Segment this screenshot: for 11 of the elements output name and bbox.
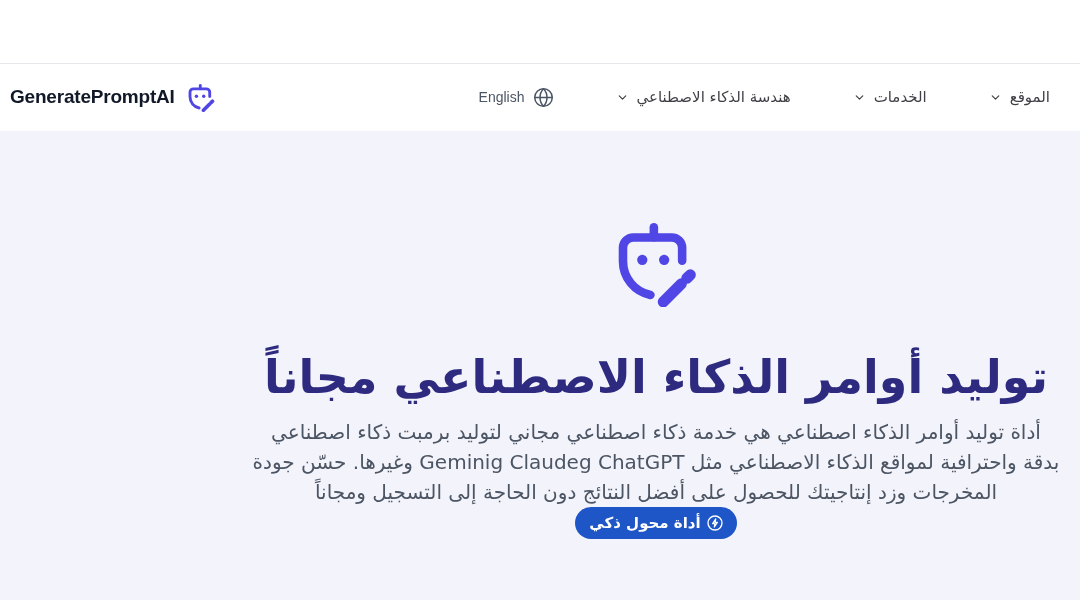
nav-menu-item[interactable]: هندسة الذكاء الاصطناعي [615,86,791,109]
lightning-icon [706,515,723,531]
language-switcher[interactable]: English [478,87,554,108]
hero-description: أداة توليد أوامر الذكاء اصطناعي هي خدمة ذكاء اصطناعي مجاني لتوليد برمبت ذكاء اصطناعي بدقة واحترافية لمواقع الذكاء الاصطناعي مثل Geminig Claudeg ChatGPT وغيرها. حسّن جودة المخرجات وزد إنتاجيتك للحصول على أفضل النتائج دون الحاجة إلى التسجيل ومجاناً [252,418,1060,506]
logo-text[interactable]: GeneratePromptAI [10,83,175,112]
hero-title: توليد أوامر الذكاء الاصطناعي مجاناً [264,347,1048,407]
logo-icon [186,83,215,112]
smart-converter-button[interactable]: أداة محول ذكي [575,507,737,539]
globe-icon [532,87,554,108]
nav-menu-item[interactable]: الخدمات [852,86,927,109]
nav-menu-item[interactable]: الموقع [988,86,1050,109]
